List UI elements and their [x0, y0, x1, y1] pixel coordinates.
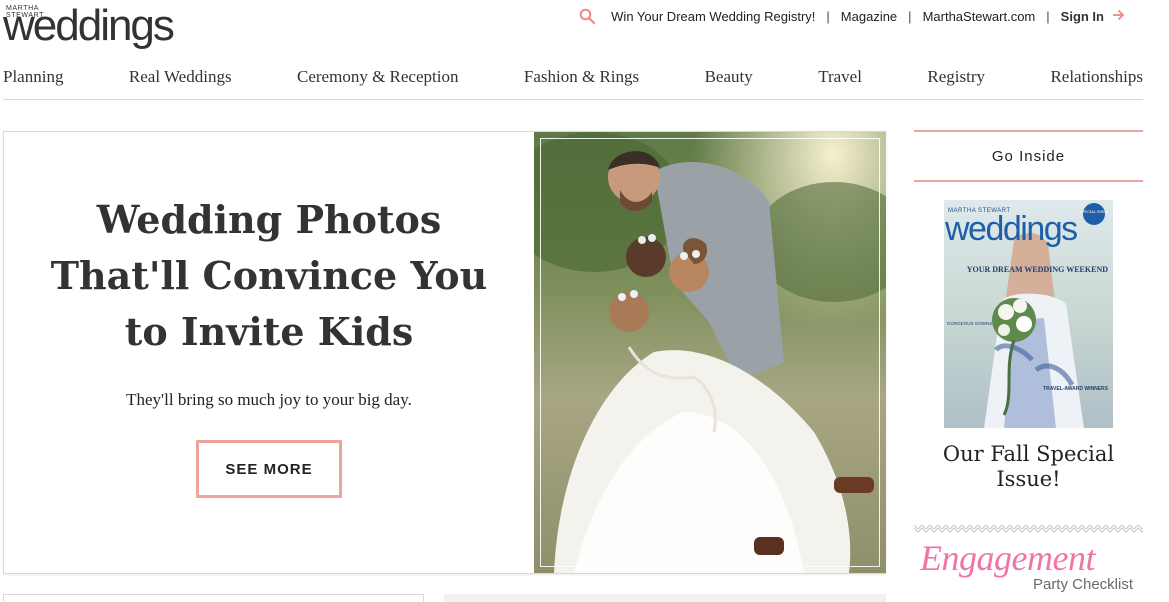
hero-subtitle: They'll bring so much joy to your big da… [126, 390, 412, 409]
divider: | [826, 8, 830, 24]
magazine-cover[interactable]: MARTHA STEWART weddings SPECIAL ISSUE YO… [944, 200, 1113, 428]
cover-masthead: weddings [944, 210, 1077, 248]
engagement-ad-subtitle[interactable]: Party Checklist [1033, 576, 1133, 593]
magazine-caption[interactable]: Our Fall Special Issue! [914, 442, 1143, 492]
sign-in-link[interactable]: Sign In [1061, 9, 1104, 24]
content-card [3, 594, 424, 602]
nav-item-travel[interactable]: Travel [818, 64, 862, 99]
hero-text-panel: Wedding Photos That'll Convince You to I… [4, 132, 534, 573]
go-inside-header: Go Inside [914, 130, 1143, 182]
photo-frame [540, 138, 880, 567]
nav-item-registry[interactable]: Registry [927, 64, 985, 99]
search-icon[interactable] [579, 8, 596, 25]
nav-item-ceremony-reception[interactable]: Ceremony & Reception [297, 64, 458, 99]
main-nav: Planning Real Weddings Ceremony & Recept… [3, 64, 1143, 100]
engagement-ad-title[interactable]: Engagement [920, 537, 1095, 579]
nav-item-relationships[interactable]: Relationships [1050, 64, 1143, 99]
marthastewart-link[interactable]: MarthaStewart.com [923, 9, 1036, 24]
nav-item-beauty[interactable]: Beauty [705, 64, 753, 99]
nav-item-fashion-rings[interactable]: Fashion & Rings [524, 64, 639, 99]
cover-badge [1083, 203, 1105, 225]
cover-headline: YOUR DREAM WEDDING WEEKEND [967, 265, 1108, 274]
zigzag-divider [914, 523, 1143, 533]
magazine-link[interactable]: Magazine [841, 9, 897, 24]
content-card [444, 594, 886, 602]
utility-bar: Win Your Dream Wedding Registry! | Magaz… [579, 6, 1125, 26]
see-more-button[interactable]: SEE MORE [196, 440, 342, 498]
promo-link[interactable]: Win Your Dream Wedding Registry! [611, 9, 815, 24]
cover-side-text-2: TRAVEL-AWARD WINNERS [1043, 386, 1109, 392]
cover-side-text-1: GORGEOUS GOWNS [947, 321, 992, 326]
hero-card: Wedding Photos That'll Convince You to I… [3, 131, 886, 574]
arrow-right-icon[interactable] [1112, 8, 1125, 24]
divider: | [908, 8, 912, 24]
logo-wordmark: weddings [3, 1, 175, 50]
hero-photo[interactable] [534, 132, 886, 573]
sidebar: Go Inside MARTHA STEWART weddings SPECIA… [914, 130, 1143, 593]
divider: | [1046, 8, 1050, 24]
nav-item-real-weddings[interactable]: Real Weddings [129, 64, 232, 99]
nav-item-planning[interactable]: Planning [3, 64, 63, 99]
hero-title[interactable]: Wedding Photos That'll Convince You to I… [34, 192, 504, 360]
cover-badge-text: SPECIAL ISSUE [1079, 209, 1109, 214]
